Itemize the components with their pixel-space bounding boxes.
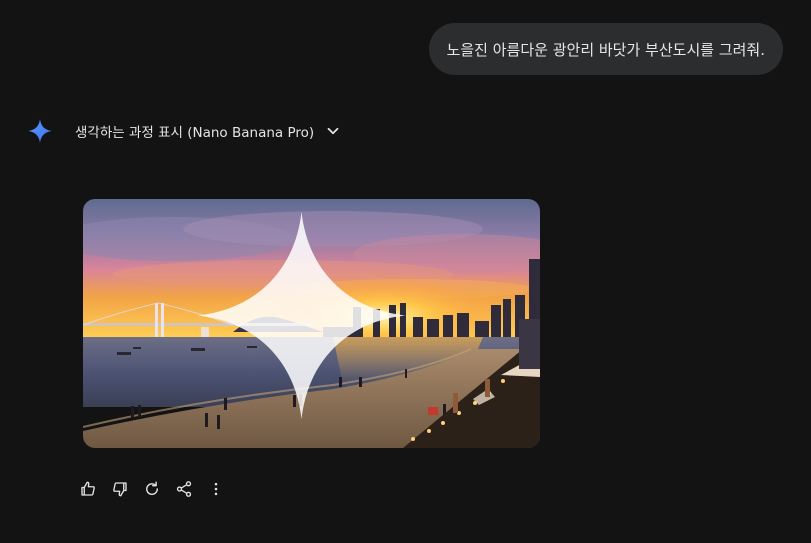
share-icon xyxy=(176,481,192,497)
show-thinking-toggle[interactable]: 생각하는 과정 표시 (Nano Banana Pro) xyxy=(75,121,340,141)
regenerate-icon xyxy=(146,481,158,495)
user-message-text: 노을진 아름다운 광안리 바닷가 부산도시를 그려줘. xyxy=(446,40,765,59)
thinking-label: 생각하는 과정 표시 (Nano Banana Pro) xyxy=(75,125,315,141)
more-options-button[interactable] xyxy=(200,476,232,502)
chevron-down-icon xyxy=(327,127,339,135)
sparkle-watermark-icon xyxy=(197,211,406,420)
thumbs-down-icon xyxy=(113,482,127,497)
more-vert-icon xyxy=(214,482,218,496)
good-response-button[interactable] xyxy=(72,476,104,502)
response-actions xyxy=(72,476,232,502)
response-header: 생각하는 과정 표시 (Nano Banana Pro) xyxy=(27,118,340,144)
bad-response-button[interactable] xyxy=(104,476,136,502)
thumbs-up-icon xyxy=(81,481,95,496)
chat-page: 노을진 아름다운 광안리 바닷가 부산도시를 그려줘. 생각하는 과정 표시 (… xyxy=(0,0,811,543)
gemini-sparkle-icon xyxy=(28,119,52,143)
regenerate-button[interactable] xyxy=(136,476,168,502)
generated-image[interactable] xyxy=(83,199,540,448)
share-button[interactable] xyxy=(168,476,200,502)
user-message-bubble: 노을진 아름다운 광안리 바닷가 부산도시를 그려줘. xyxy=(428,23,783,75)
